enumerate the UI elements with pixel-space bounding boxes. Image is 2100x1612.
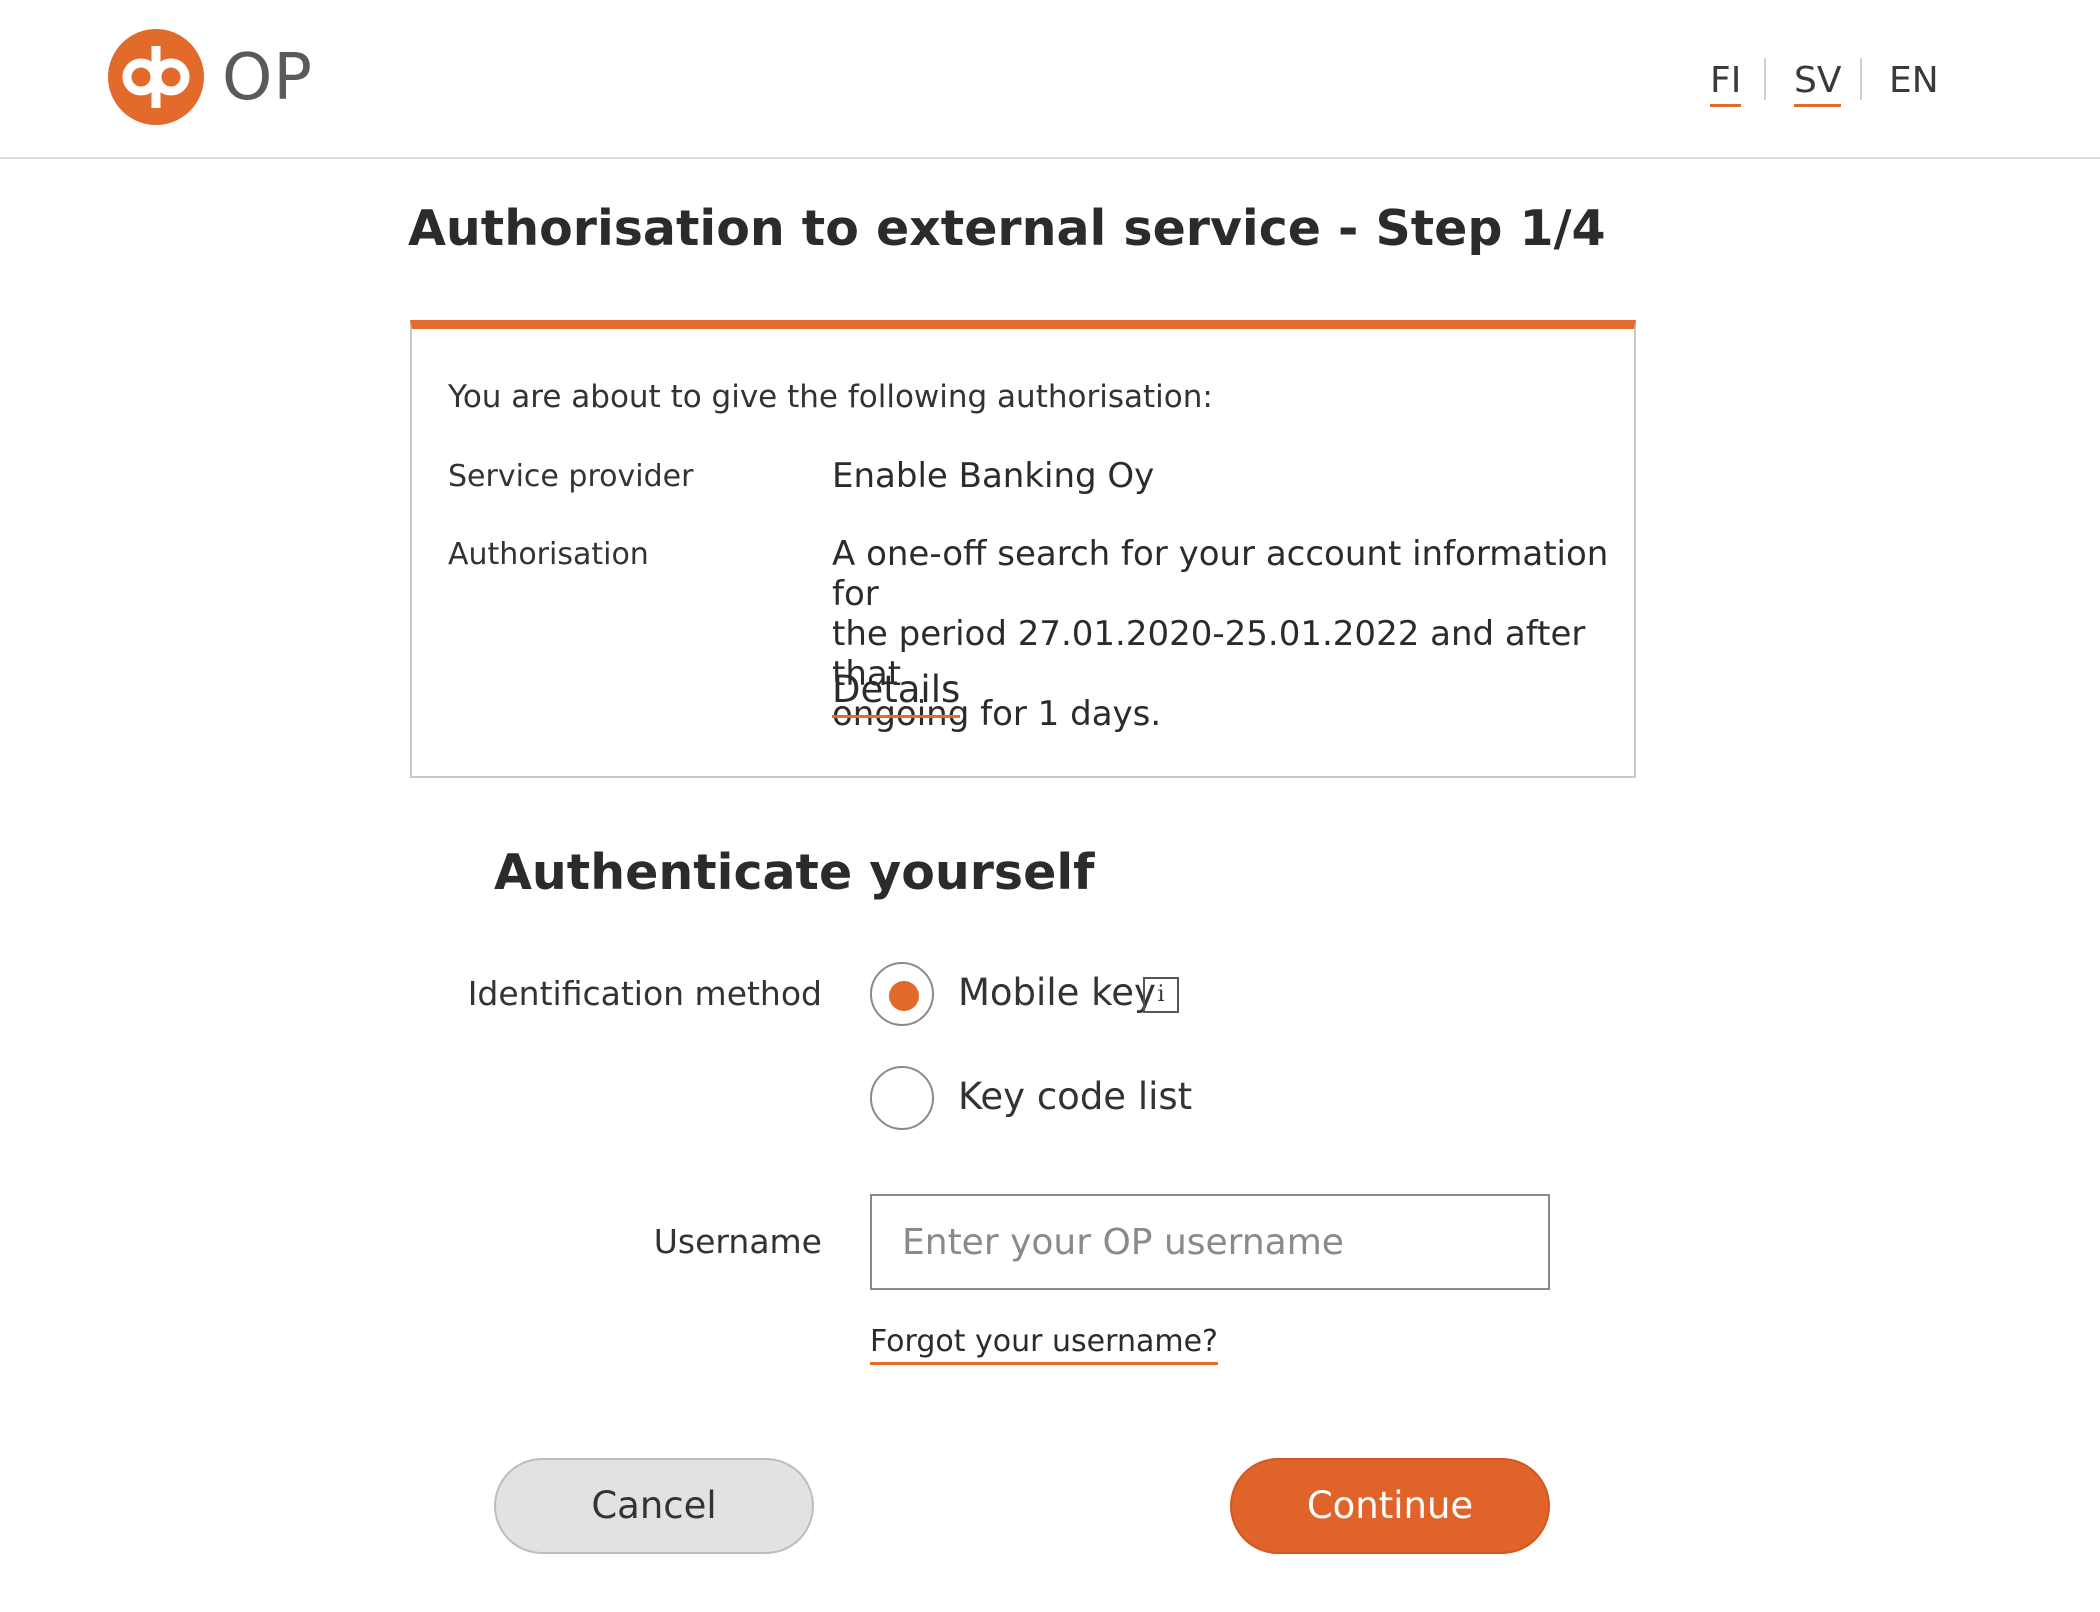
mobile-key-radio[interactable] (870, 962, 934, 1026)
radio-selected-dot (889, 981, 919, 1011)
username-input[interactable] (870, 1194, 1550, 1290)
service-provider-label: Service provider (448, 459, 694, 494)
key-code-list-label[interactable]: Key code list (958, 1074, 1192, 1120)
op-logo-icon[interactable] (108, 29, 204, 125)
page-title: Authorisation to external service - Step… (408, 200, 1606, 257)
authorisation-intro: You are about to give the following auth… (448, 379, 1213, 415)
authorisation-label: Authorisation (448, 537, 649, 572)
authenticate-title: Authenticate yourself (494, 844, 1095, 901)
logo-text: OP (222, 41, 313, 115)
continue-button[interactable]: Continue (1230, 1458, 1550, 1554)
site-header: OP FI SV EN (0, 0, 2100, 159)
service-provider-value: Enable Banking Oy (832, 456, 1155, 496)
info-icon[interactable]: i (1143, 977, 1179, 1013)
language-en-current: EN (1889, 60, 1939, 101)
language-separator (1860, 58, 1862, 100)
username-label: Username (653, 1222, 822, 1261)
details-link[interactable]: Details (832, 667, 961, 718)
cancel-button[interactable]: Cancel (494, 1458, 814, 1554)
key-code-list-radio[interactable] (870, 1066, 934, 1130)
forgot-username-link[interactable]: Forgot your username? (870, 1322, 1218, 1365)
authorisation-line: A one-off search for your account inform… (832, 534, 1609, 614)
language-sv-link[interactable]: SV (1794, 58, 1842, 107)
authorisation-summary-panel: You are about to give the following auth… (410, 320, 1636, 778)
language-separator (1764, 58, 1766, 100)
identification-method-label: Identification method (467, 974, 822, 1013)
language-fi-link[interactable]: FI (1710, 58, 1742, 107)
mobile-key-label[interactable]: Mobile key (958, 970, 1156, 1016)
